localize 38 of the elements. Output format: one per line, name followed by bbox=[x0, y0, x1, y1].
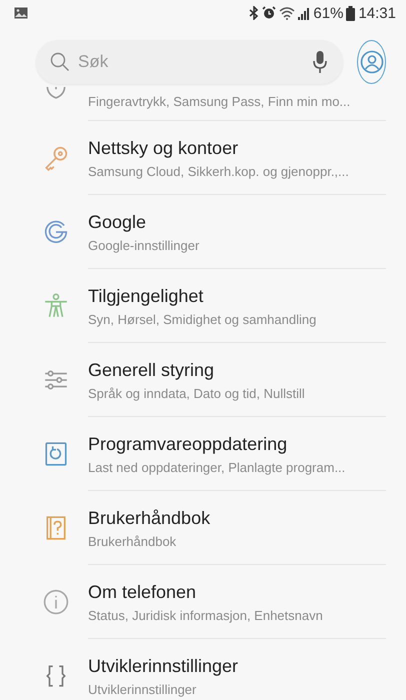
profile-icon bbox=[360, 50, 384, 74]
item-subtitle: Brukerhåndbok bbox=[88, 534, 178, 549]
gallery-icon bbox=[14, 7, 28, 19]
item-title: Om telefonen bbox=[88, 582, 198, 603]
item-subtitle: Google-innstillinger bbox=[88, 238, 200, 253]
settings-item[interactable]: Google Google-innstillinger bbox=[88, 195, 386, 269]
item-subtitle: Utviklerinnstillinger bbox=[88, 682, 198, 697]
item-title: Generell styring bbox=[88, 360, 216, 381]
item-subtitle: Samsung Cloud, Sikkerh.kop. og gjenoppr.,... bbox=[88, 164, 349, 179]
battery-percentage: 61% bbox=[313, 4, 344, 22]
item-title: Google bbox=[88, 212, 148, 233]
alarm-icon bbox=[262, 6, 276, 20]
settings-item[interactable]: Om telefonen Status, Juridisk informasjon, Enhetsnavn bbox=[88, 565, 386, 639]
wifi-icon bbox=[279, 6, 296, 20]
microphone-icon[interactable] bbox=[313, 51, 327, 73]
settings-item[interactable]: Brukerhåndbok Brukerhåndbok bbox=[88, 491, 386, 565]
search-icon bbox=[50, 52, 70, 72]
settings-item[interactable]: Generell styring Språk og inndata, Dato og tid, Nullstill bbox=[88, 343, 386, 417]
bluetooth-icon bbox=[249, 6, 260, 20]
item-title: Brukerhåndbok bbox=[88, 508, 210, 529]
item-subtitle: Status, Juridisk informasjon, Enhetsnavn bbox=[88, 608, 323, 623]
settings-item[interactable]: Nettsky og kontoer Samsung Cloud, Sikkerh.kop. og gjenoppr.,... bbox=[88, 121, 386, 195]
search-field[interactable]: Søk bbox=[36, 40, 343, 84]
item-title: Tilgjengelighet bbox=[88, 286, 204, 307]
settings-item[interactable]: Utviklerinnstillinger Utviklerinnstillinger bbox=[88, 639, 386, 700]
profile-button[interactable] bbox=[357, 40, 386, 84]
signal-icon bbox=[298, 6, 310, 20]
item-subtitle: Syn, Hørsel, Smidighet og samhandling bbox=[88, 312, 316, 327]
settings-item[interactable]: Programvareoppdatering Last ned oppdateringer, Planlagte program... bbox=[88, 417, 386, 491]
clock: 14:31 bbox=[358, 4, 396, 22]
item-subtitle: Last ned oppdateringer, Planlagte program... bbox=[88, 460, 346, 475]
item-title: Nettsky og kontoer bbox=[88, 138, 240, 159]
settings-item[interactable]: Tilgjengelighet Syn, Hørsel, Smidighet og samhandling bbox=[88, 269, 386, 343]
item-title: Utviklerinnstillinger bbox=[88, 656, 238, 677]
item-subtitle: Fingeravtrykk, Samsung Pass, Finn min mo... bbox=[88, 94, 350, 109]
item-subtitle: Språk og inndata, Dato og tid, Nullstill bbox=[88, 386, 305, 401]
item-title: Programvareoppdatering bbox=[88, 434, 288, 455]
battery-icon bbox=[346, 6, 356, 20]
